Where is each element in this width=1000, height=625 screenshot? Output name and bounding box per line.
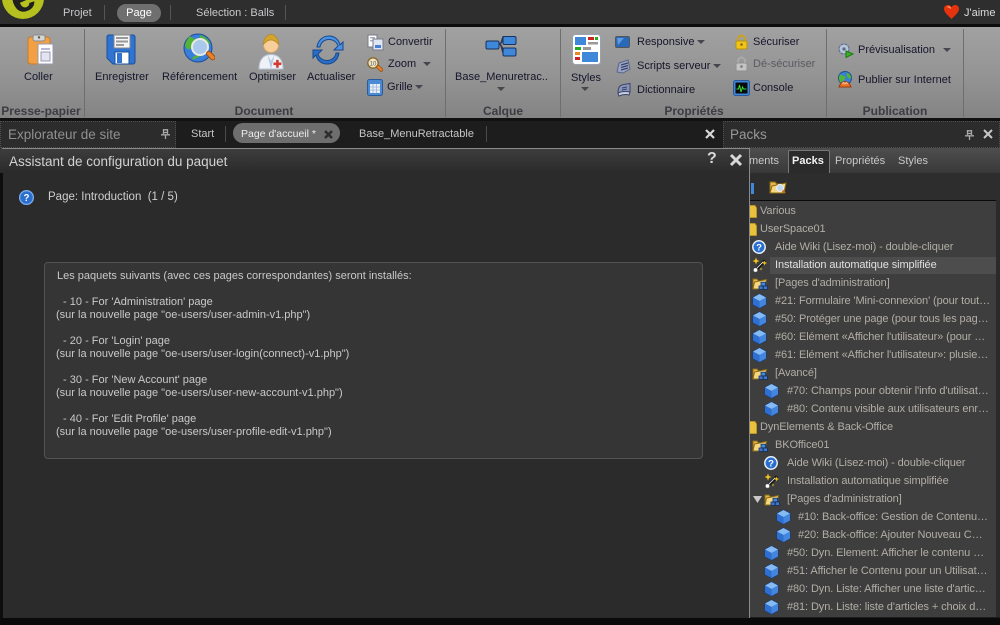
svg-text:?: ? (756, 242, 762, 253)
svg-text:10: 10 (370, 62, 377, 68)
svg-text:?: ? (24, 193, 30, 204)
svg-text:?: ? (768, 458, 774, 469)
